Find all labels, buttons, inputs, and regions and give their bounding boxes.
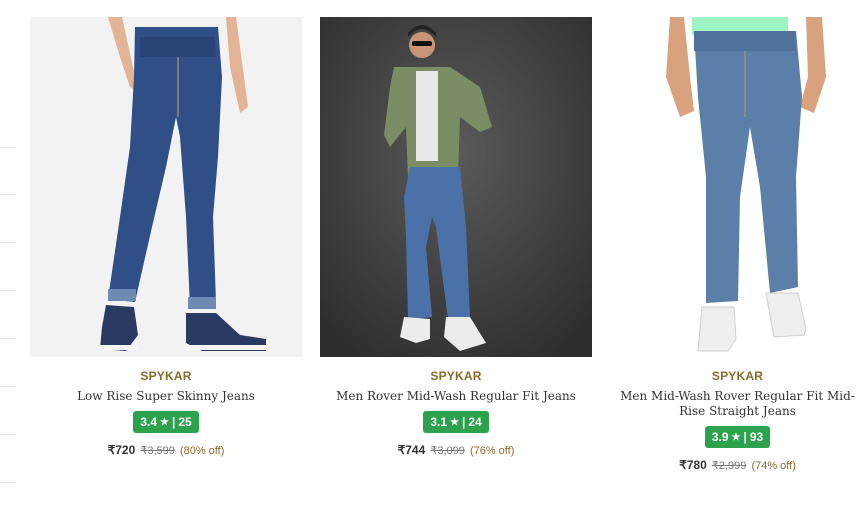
- filter-sidebar-edge: [0, 0, 16, 530]
- product-name[interactable]: Men Rover Mid-Wash Regular Fit Jeans: [320, 389, 592, 404]
- price-row: ₹744 ₹3,099 (76% off): [320, 443, 592, 457]
- product-brand: SPYKAR: [140, 369, 192, 383]
- product-card[interactable]: SPYKAR Men Rover Mid-Wash Regular Fit Je…: [320, 17, 592, 457]
- sale-price: ₹780: [679, 458, 707, 472]
- rating-separator: |: [743, 430, 747, 444]
- rating-separator: |: [461, 415, 466, 429]
- star-icon: ★: [160, 416, 169, 428]
- sidebar-divider: [0, 482, 16, 483]
- sidebar-divider: [0, 147, 16, 148]
- star-icon: ★: [731, 431, 741, 443]
- product-card[interactable]: SPYKAR Low Rise Super Skinny Jeans 3.4 ★…: [30, 17, 302, 457]
- rating-value: 3.4: [140, 415, 157, 429]
- rating-separator: |: [171, 415, 176, 429]
- sale-price: ₹720: [107, 443, 136, 457]
- sidebar-divider: [0, 434, 16, 435]
- rating-badge: 3.9 ★ | 93: [704, 426, 771, 448]
- original-price: ₹2,999: [711, 460, 747, 472]
- sidebar-divider: [0, 290, 16, 291]
- sale-price: ₹744: [397, 443, 426, 457]
- original-price: ₹3,599: [140, 445, 175, 457]
- rating-value: 3.9: [711, 430, 729, 444]
- product-brand: SPYKAR: [711, 369, 764, 383]
- original-price: ₹3,099: [430, 445, 465, 457]
- sidebar-divider: [0, 194, 16, 195]
- product-image[interactable]: [320, 17, 592, 357]
- product-image[interactable]: [30, 17, 302, 357]
- product-brand: SPYKAR: [430, 369, 482, 383]
- rating-badge: 3.4 ★ | 25: [133, 411, 199, 433]
- sidebar-divider: [0, 386, 16, 387]
- product-name[interactable]: Men Mid-Wash Rover Regular Fit Mid-Rise …: [610, 389, 865, 419]
- rating-count: 93: [749, 430, 764, 444]
- star-icon: ★: [450, 416, 459, 428]
- rating-count: 25: [178, 415, 192, 429]
- product-name[interactable]: Low Rise Super Skinny Jeans: [30, 389, 302, 404]
- discount-percent: (80% off): [179, 445, 225, 457]
- price-row: ₹780 ₹2,999 (74% off): [610, 458, 865, 472]
- sidebar-divider: [0, 242, 16, 243]
- rating-value: 3.1: [430, 415, 447, 429]
- discount-percent: (74% off): [751, 460, 796, 472]
- price-row: ₹720 ₹3,599 (80% off): [30, 443, 302, 457]
- product-image[interactable]: [610, 17, 865, 357]
- product-card[interactable]: SPYKAR Men Mid-Wash Rover Regular Fit Mi…: [610, 17, 865, 472]
- sidebar-divider: [0, 338, 16, 339]
- discount-percent: (76% off): [469, 445, 515, 457]
- rating-badge: 3.1 ★ | 24: [423, 411, 489, 433]
- rating-count: 24: [468, 415, 482, 429]
